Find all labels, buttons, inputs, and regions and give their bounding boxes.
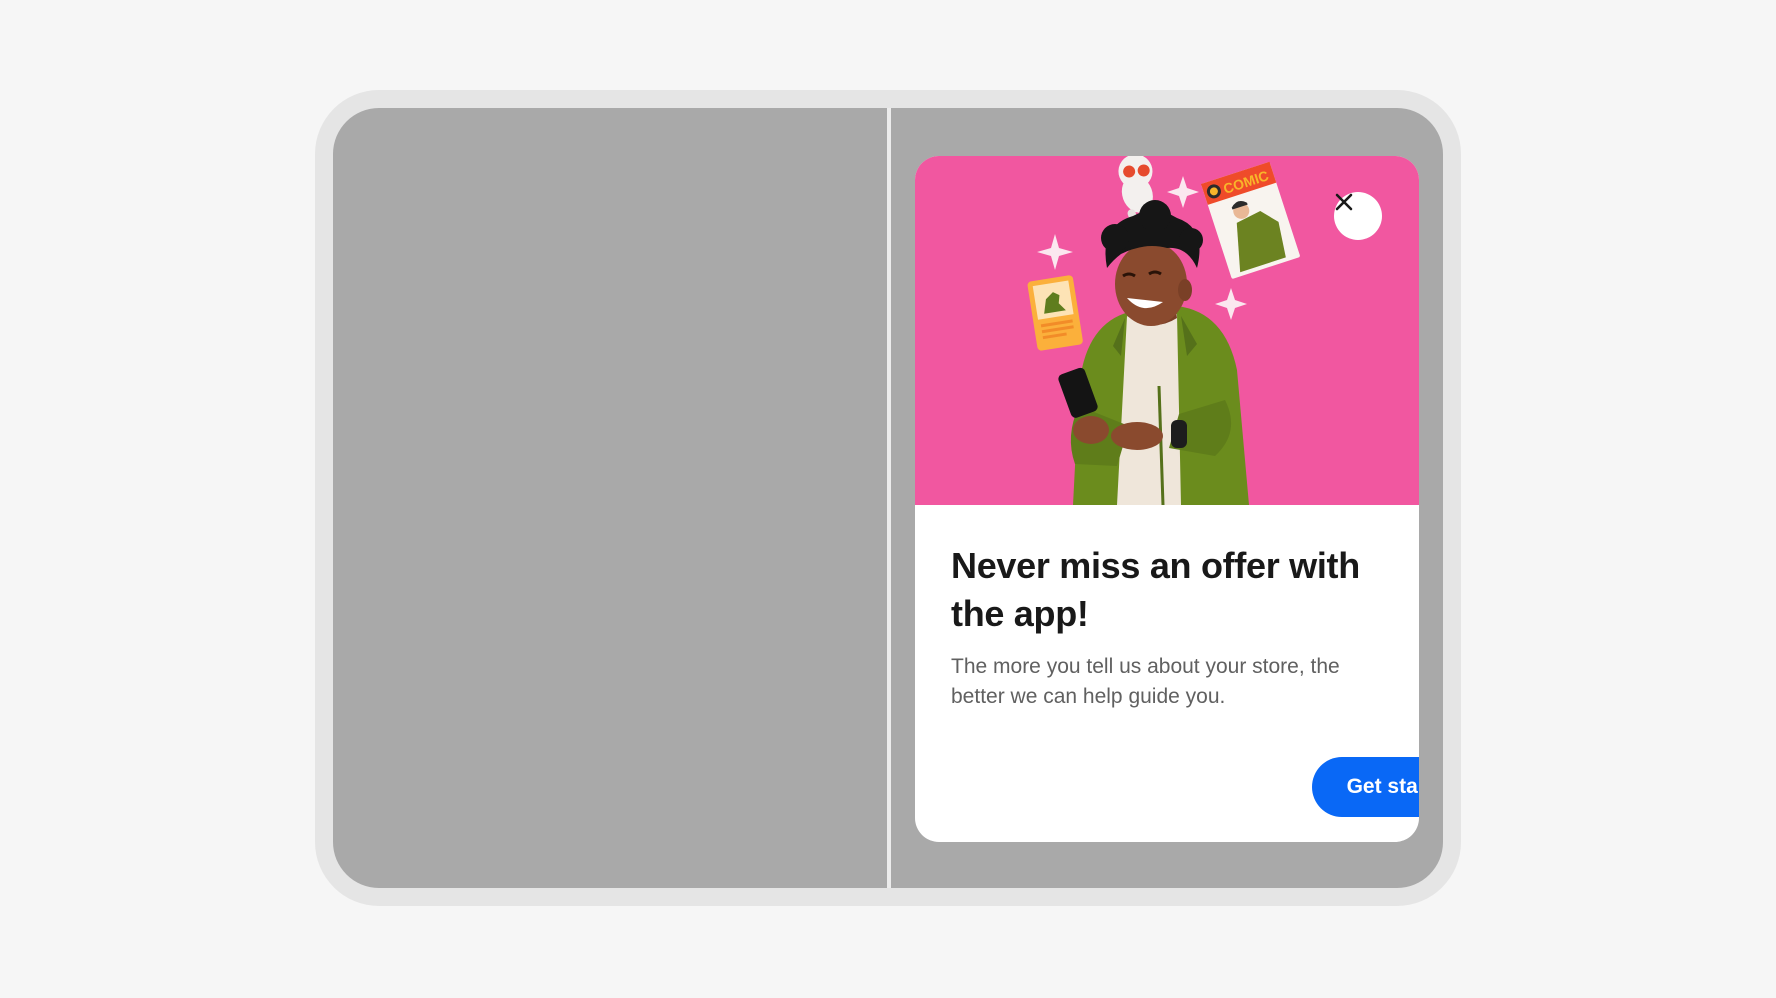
dialog-title: Never miss an offer with the app! [951,545,1360,634]
hero-illustration: COMIC [915,156,1419,505]
close-button[interactable] [1334,192,1382,240]
close-icon [1335,193,1353,211]
device-screen: COMIC Never miss an offer with the app! … [333,108,1443,888]
foldable-device-frame: COMIC Never miss an offer with the app! … [315,90,1461,906]
fold-hinge [887,108,891,888]
get-started-button[interactable]: Get started [1312,757,1419,817]
dialog-description: The more you tell us about your store, t… [951,655,1340,708]
app-promo-dialog: COMIC Never miss an offer with the app! … [915,156,1419,842]
